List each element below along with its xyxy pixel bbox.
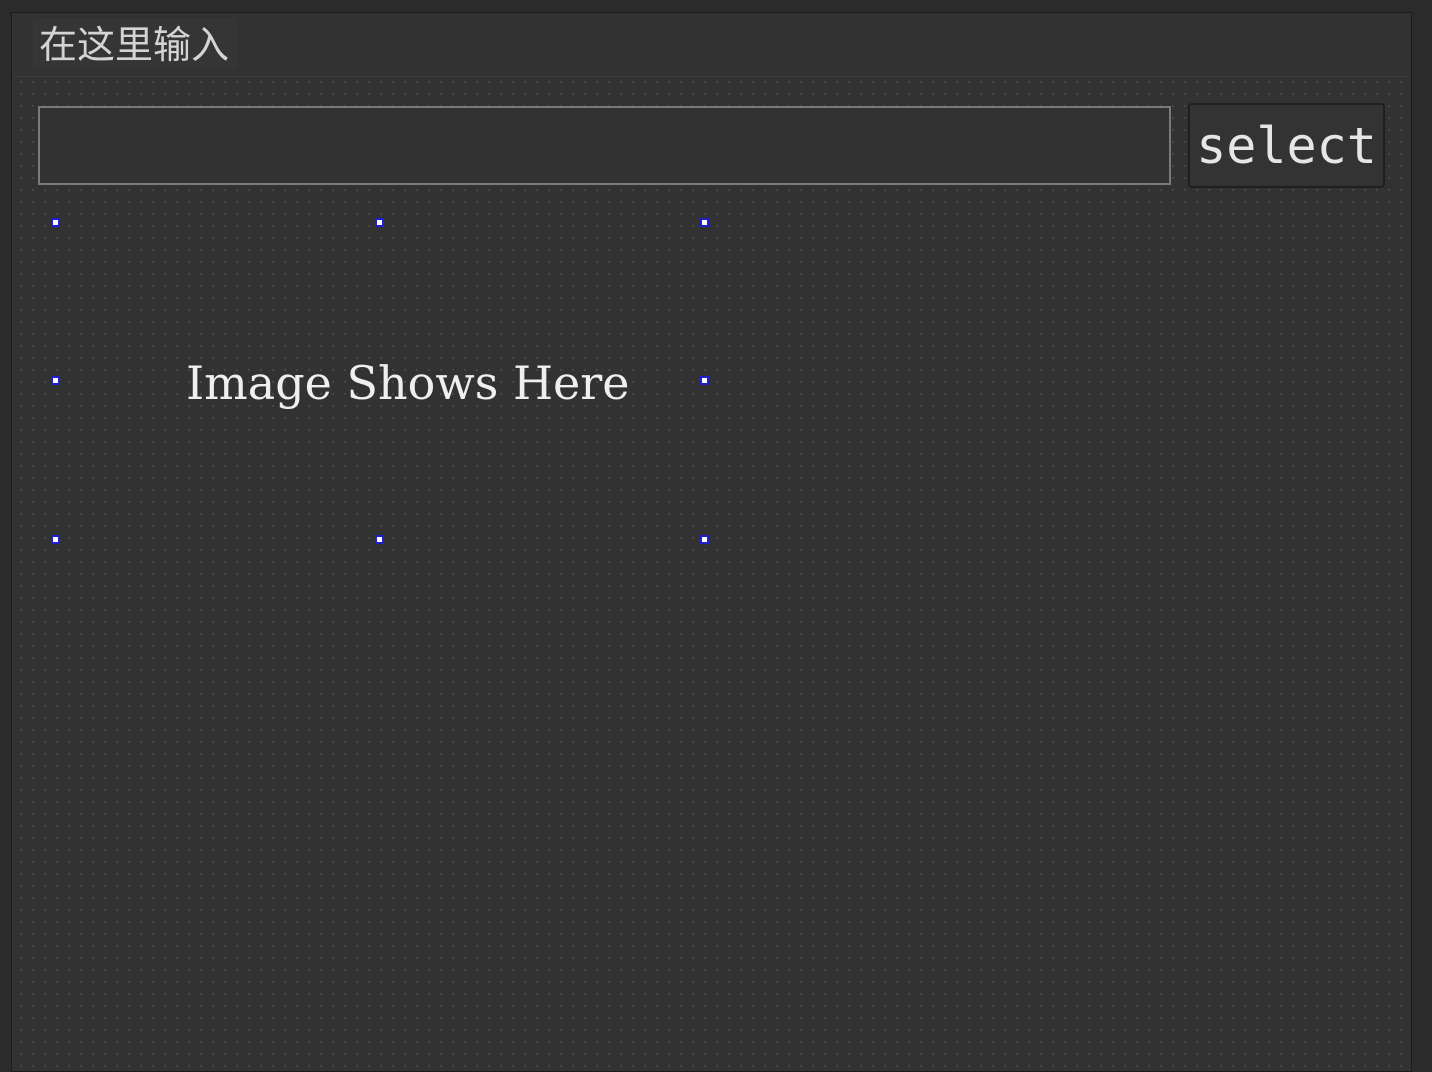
resize-handle-left[interactable] <box>51 376 60 385</box>
resize-handle-top[interactable] <box>375 218 384 227</box>
resize-handle-bottom-left[interactable] <box>51 535 60 544</box>
resize-handle-top-left[interactable] <box>51 218 60 227</box>
path-input[interactable] <box>38 106 1171 185</box>
resize-handle-bottom[interactable] <box>375 535 384 544</box>
image-placeholder-text: Image Shows Here <box>186 356 630 410</box>
image-label[interactable]: Image Shows Here <box>51 218 709 544</box>
resize-handle-top-right[interactable] <box>700 218 709 227</box>
resize-handle-bottom-right[interactable] <box>700 535 709 544</box>
select-button[interactable]: select <box>1188 103 1385 188</box>
window-title[interactable]: 在这里输入 <box>33 18 238 68</box>
title-bar: 在这里输入 <box>13 14 1410 77</box>
resize-handle-right[interactable] <box>700 376 709 385</box>
